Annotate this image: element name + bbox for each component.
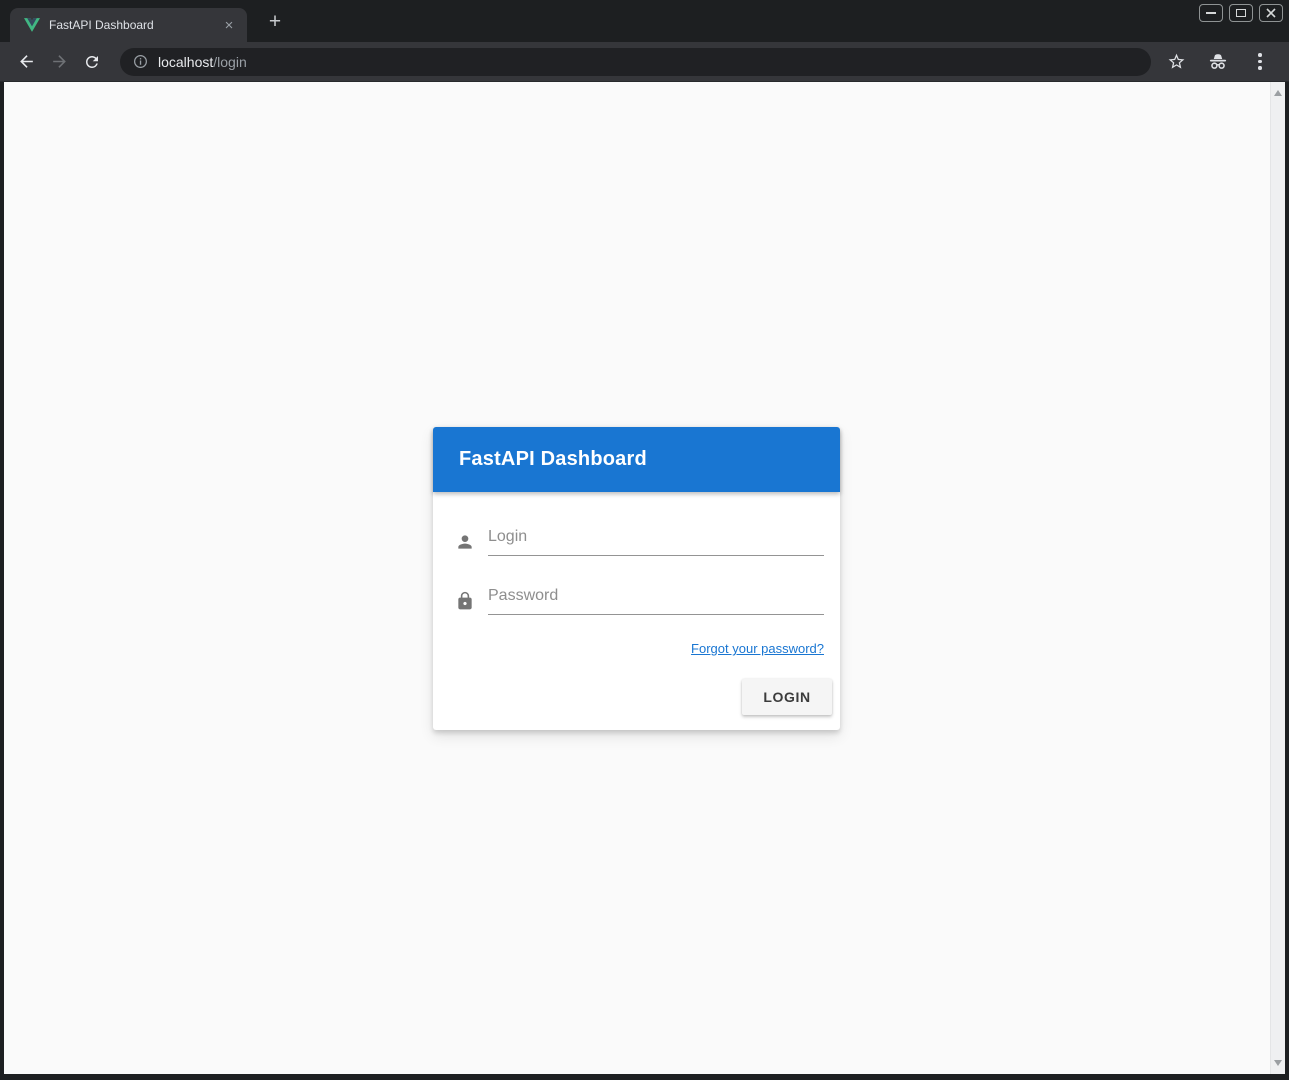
- site-info-icon[interactable]: [132, 53, 149, 70]
- toolbar-right-icons: [1163, 49, 1279, 75]
- password-input[interactable]: [488, 581, 824, 615]
- url-bar[interactable]: localhost/login: [120, 48, 1151, 76]
- scroll-down-icon[interactable]: [1274, 1060, 1282, 1066]
- vue-favicon-icon: [24, 18, 40, 32]
- login-button[interactable]: LOGIN: [742, 679, 832, 715]
- login-card-title: FastAPI Dashboard: [459, 448, 647, 471]
- close-button[interactable]: [1259, 4, 1283, 22]
- browser-toolbar: localhost/login: [0, 42, 1289, 82]
- window-controls: [1199, 4, 1283, 22]
- page-scrollbar[interactable]: [1270, 82, 1285, 1074]
- page-content: FastAPI Dashboard Forgot your password? …: [4, 82, 1285, 1074]
- forgot-password-link[interactable]: Forgot your password?: [691, 641, 824, 656]
- incognito-icon: [1205, 49, 1231, 75]
- card-actions: LOGIN: [455, 679, 832, 715]
- menu-kebab-icon[interactable]: [1247, 49, 1273, 75]
- minimize-button[interactable]: [1199, 4, 1223, 22]
- minimize-icon: [1206, 12, 1216, 14]
- url-text: localhost/login: [158, 54, 247, 70]
- scroll-up-icon[interactable]: [1274, 90, 1282, 96]
- login-card: FastAPI Dashboard Forgot your password? …: [433, 427, 840, 730]
- forgot-link-row: Forgot your password?: [455, 640, 824, 658]
- login-card-body: Forgot your password? LOGIN: [433, 492, 840, 723]
- bookmark-star-icon[interactable]: [1163, 49, 1189, 75]
- login-input[interactable]: [488, 522, 824, 556]
- tab-title: FastAPI Dashboard: [49, 18, 221, 32]
- browser-titlebar: FastAPI Dashboard × +: [0, 0, 1289, 42]
- url-path: /login: [213, 54, 246, 70]
- url-host: localhost: [158, 54, 213, 70]
- new-tab-button[interactable]: +: [262, 9, 288, 35]
- lock-icon: [455, 591, 475, 611]
- forward-icon[interactable]: [46, 49, 72, 75]
- reload-icon[interactable]: [79, 49, 105, 75]
- maximize-icon: [1236, 9, 1246, 17]
- login-field-row: [455, 522, 824, 556]
- login-card-header: FastAPI Dashboard: [433, 427, 840, 492]
- maximize-button[interactable]: [1229, 4, 1253, 22]
- back-icon[interactable]: [13, 49, 39, 75]
- browser-tab[interactable]: FastAPI Dashboard ×: [10, 8, 247, 42]
- password-field-row: [455, 581, 824, 615]
- person-icon: [455, 532, 475, 552]
- close-icon: [1266, 8, 1276, 18]
- tab-close-icon[interactable]: ×: [221, 17, 237, 33]
